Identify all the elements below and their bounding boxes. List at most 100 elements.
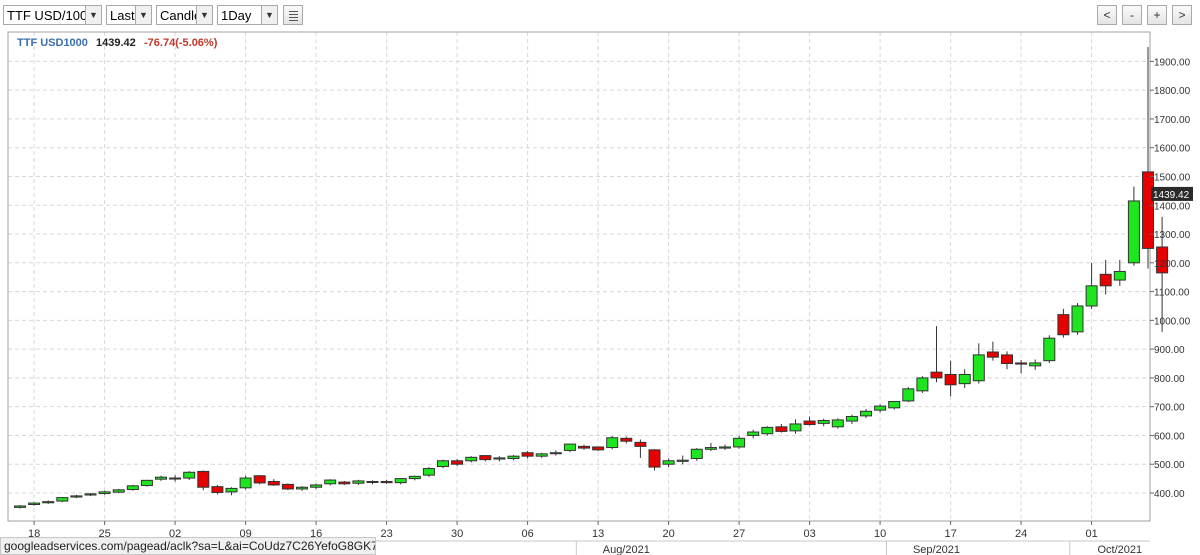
candle-series xyxy=(14,47,1169,509)
price-tick-label: 1900.00 xyxy=(1154,57,1191,68)
candle[interactable] xyxy=(1113,259,1126,286)
candle[interactable] xyxy=(1043,335,1056,363)
candle[interactable] xyxy=(733,436,746,449)
candle[interactable] xyxy=(451,459,464,466)
candle[interactable] xyxy=(1015,360,1028,374)
candle[interactable] xyxy=(338,480,351,485)
candle[interactable] xyxy=(493,456,506,462)
candle-body xyxy=(1113,270,1126,281)
candle[interactable] xyxy=(479,455,492,462)
candle[interactable] xyxy=(549,450,562,456)
candle[interactable] xyxy=(70,494,83,499)
candle-body xyxy=(169,477,182,480)
candle[interactable] xyxy=(916,376,929,393)
candle[interactable] xyxy=(648,449,661,471)
candle[interactable] xyxy=(1142,47,1154,269)
candle[interactable] xyxy=(366,480,379,485)
candle[interactable] xyxy=(606,436,619,450)
candle[interactable] xyxy=(1001,351,1013,370)
date-tick-label: 10 xyxy=(874,528,886,540)
candle[interactable] xyxy=(888,400,901,410)
candle[interactable] xyxy=(845,414,858,424)
candle[interactable] xyxy=(42,500,55,504)
candle[interactable] xyxy=(817,418,830,427)
candle[interactable] xyxy=(267,479,280,486)
candle-body xyxy=(126,485,139,491)
candle-body xyxy=(422,468,435,476)
legend-last: 1439.42 xyxy=(96,37,136,49)
candle-body xyxy=(507,455,520,459)
candle[interactable] xyxy=(1085,262,1098,309)
candle[interactable] xyxy=(535,452,548,458)
candle[interactable] xyxy=(84,493,97,497)
candle[interactable] xyxy=(690,448,703,461)
candle[interactable] xyxy=(676,455,689,465)
candle[interactable] xyxy=(831,418,844,429)
candle-body xyxy=(493,457,506,460)
candle[interactable] xyxy=(775,423,788,433)
candle-body xyxy=(775,426,788,432)
candle-body xyxy=(648,449,661,468)
candle[interactable] xyxy=(803,416,816,426)
candle[interactable] xyxy=(719,444,731,450)
price-tick-label: 900.00 xyxy=(1154,345,1185,356)
candle[interactable] xyxy=(324,479,337,486)
candle[interactable] xyxy=(394,478,407,485)
candle[interactable] xyxy=(183,471,196,481)
candle[interactable] xyxy=(296,486,308,491)
candle[interactable] xyxy=(98,490,111,495)
candle-body xyxy=(606,437,619,449)
candle[interactable] xyxy=(380,479,393,484)
candle[interactable] xyxy=(1127,186,1140,266)
candle-body xyxy=(733,437,746,448)
candle[interactable] xyxy=(225,487,238,496)
candle[interactable] xyxy=(155,475,167,481)
candle[interactable] xyxy=(14,505,26,509)
candle[interactable] xyxy=(408,475,421,481)
current-price-label: 1439.42 xyxy=(1153,190,1190,201)
candle[interactable] xyxy=(521,450,534,459)
candle[interactable] xyxy=(422,467,435,477)
candle[interactable] xyxy=(958,369,971,388)
candle[interactable] xyxy=(592,446,605,451)
candle[interactable] xyxy=(352,479,365,485)
candle[interactable] xyxy=(563,443,576,453)
candle[interactable] xyxy=(860,408,872,419)
candle[interactable] xyxy=(662,458,675,468)
candle[interactable] xyxy=(140,479,153,487)
candle[interactable] xyxy=(197,470,210,491)
candle[interactable] xyxy=(281,483,294,491)
candle-body xyxy=(183,471,196,479)
candle[interactable] xyxy=(507,455,520,461)
candle-body xyxy=(324,479,337,485)
candle-body xyxy=(902,388,915,402)
month-label: Sep/2021 xyxy=(913,544,960,555)
candle[interactable] xyxy=(1029,359,1042,370)
candle[interactable] xyxy=(239,475,252,490)
candle[interactable] xyxy=(874,404,887,413)
candle[interactable] xyxy=(578,444,590,450)
candle[interactable] xyxy=(1099,259,1112,295)
candle[interactable] xyxy=(930,326,943,383)
candle[interactable] xyxy=(704,442,717,451)
candle[interactable] xyxy=(747,429,760,439)
candle[interactable] xyxy=(253,475,266,485)
candle[interactable] xyxy=(761,426,774,436)
candle[interactable] xyxy=(310,483,323,489)
candle[interactable] xyxy=(902,387,915,403)
candle[interactable] xyxy=(986,341,999,361)
month-label: Oct/2021 xyxy=(1097,544,1142,555)
candle[interactable] xyxy=(634,439,647,458)
candlestick-chart[interactable]: 400.00 500.00 600.00 700.00 800.00 900.00 1000… xyxy=(0,0,1200,555)
candle[interactable] xyxy=(620,436,633,444)
candle[interactable] xyxy=(1057,308,1070,338)
candle[interactable] xyxy=(28,502,41,506)
candle[interactable] xyxy=(465,456,478,463)
candle[interactable] xyxy=(437,459,449,469)
candle[interactable] xyxy=(56,497,69,503)
candle[interactable] xyxy=(789,419,802,434)
candle[interactable] xyxy=(1071,303,1084,335)
candle[interactable] xyxy=(126,484,139,491)
candle[interactable] xyxy=(169,475,182,482)
candle[interactable] xyxy=(944,360,957,397)
